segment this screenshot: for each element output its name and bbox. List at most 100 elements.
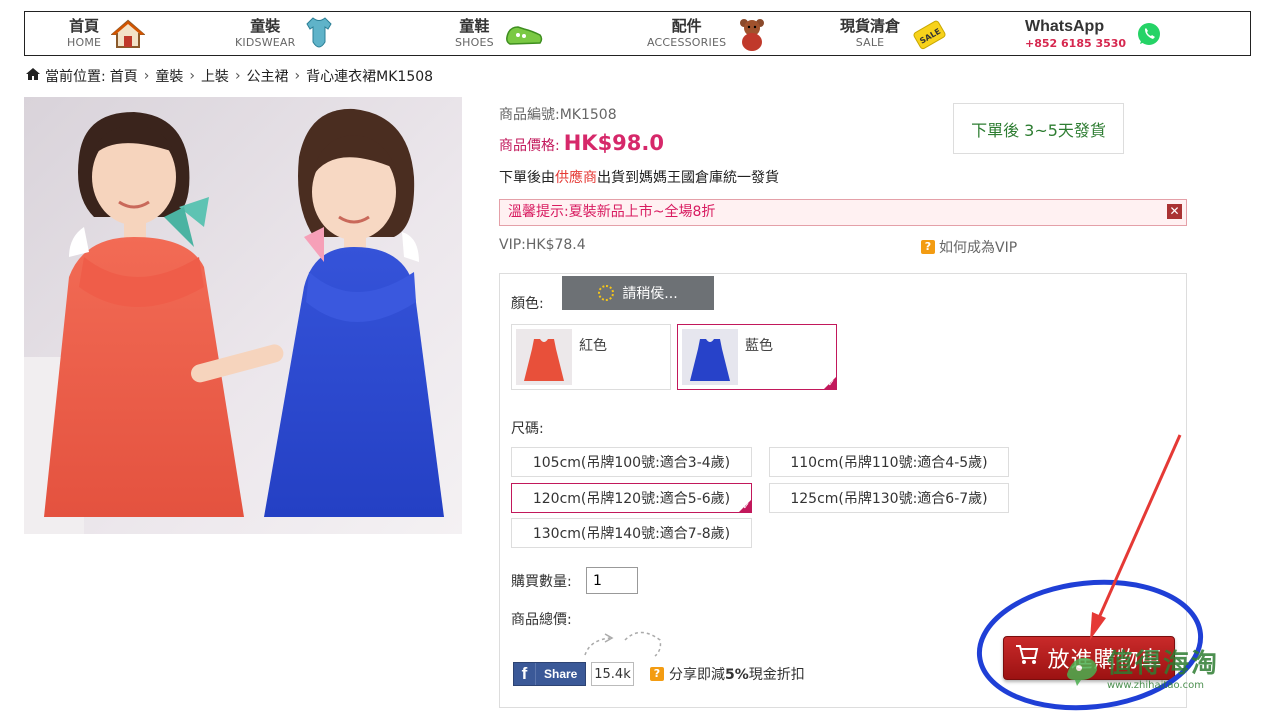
size-label: 尺碼: xyxy=(511,421,544,437)
color-option-blue[interactable]: 藍色 ✓ xyxy=(677,324,837,390)
nav-shoes-text: 童鞋 SHOES xyxy=(455,17,494,49)
sku: 商品編號:MK1508 xyxy=(499,104,617,124)
nav-shoes[interactable]: 童鞋 SHOES xyxy=(455,12,544,55)
price-label: 商品價格: xyxy=(499,138,560,154)
nav-whatsapp[interactable]: WhatsApp +852 6185 3530 xyxy=(1025,12,1162,55)
share-note-text: 分享即減5%現金折扣 xyxy=(669,664,805,684)
total-label: 商品總價: xyxy=(511,612,572,628)
dispatch-prefix: 下單後由 xyxy=(499,170,555,186)
breadcrumb-tops[interactable]: 上裝 xyxy=(201,66,229,86)
question-mark-icon: ? xyxy=(921,240,935,254)
chevron-right-icon: › xyxy=(294,68,301,84)
size-option-130[interactable]: 130cm(吊牌140號:適合7-8歲) xyxy=(511,518,752,548)
size-option-label: 130cm(吊牌140號:適合7-8歲) xyxy=(532,526,731,542)
nav-sale-label: 現貨清倉 xyxy=(840,17,901,35)
whatsapp-title: WhatsApp xyxy=(1025,17,1105,35)
dispatch-suffix: 出貨到媽媽王國倉庫統一發貨 xyxy=(597,170,779,186)
nav-shoes-label: 童鞋 xyxy=(459,17,490,35)
blue-dress-thumbnail xyxy=(682,329,738,385)
watermark-url: www.zhihaitao.com xyxy=(1107,680,1204,691)
vip-value: HK$78.4 xyxy=(525,237,586,253)
nav-sale-sublabel: SALE xyxy=(855,36,885,49)
site-watermark: 值得海淘 www.zhihaitao.com xyxy=(1063,650,1219,692)
teddy-bear-icon xyxy=(736,16,768,52)
share-note-prefix: 分享即減 xyxy=(669,667,725,683)
question-mark-icon: ? xyxy=(650,667,664,681)
quantity-input[interactable] xyxy=(586,567,638,594)
nav-whatsapp-text: WhatsApp +852 6185 3530 xyxy=(1025,17,1127,50)
color-option-red-label: 紅色 xyxy=(579,338,607,354)
house-icon xyxy=(111,19,146,49)
vip-price: VIP:HK$78.4 xyxy=(499,237,586,253)
sale-tag-icon: SALE xyxy=(910,15,948,53)
share-note-suffix: 現金折扣 xyxy=(748,667,805,683)
size-option-110[interactable]: 110cm(吊牌110號:適合4-5歲) xyxy=(769,447,1009,477)
watermark-text: 值得海淘 www.zhihaitao.com xyxy=(1107,651,1219,691)
nav-accessories-sublabel: ACCESSORIES xyxy=(647,36,727,49)
size-option-120[interactable]: 120cm(吊牌120號:適合5-6歲) ✓ xyxy=(511,483,752,513)
share-note-bold: 5% xyxy=(725,667,749,683)
shipping-note: 下單後 3~5天發貨 xyxy=(953,103,1124,154)
red-dress-thumbnail xyxy=(516,329,572,385)
size-option-label: 105cm(吊牌100號:適合3-4歲) xyxy=(532,455,731,471)
sku-label: 商品編號: xyxy=(499,107,560,123)
onesie-icon xyxy=(305,16,332,52)
price-value: HK$98.0 xyxy=(563,131,664,155)
nav-kidswear-text: 童裝 KIDSWEAR xyxy=(235,19,296,49)
whatsapp-icon xyxy=(1136,21,1162,47)
shopping-cart-icon xyxy=(1015,644,1039,672)
checkmark-icon: ✓ xyxy=(742,502,750,512)
nav-home-sublabel: HOME xyxy=(67,36,102,49)
color-label: 顏色: xyxy=(511,296,544,312)
size-option-label: 125cm(吊牌130號:適合6-7歲) xyxy=(790,491,988,507)
nav-home-label: 首頁 xyxy=(69,17,100,35)
breadcrumb-princess-dress[interactable]: 公主裙 xyxy=(247,66,289,86)
nav-accessories[interactable]: 配件 ACCESSORIES xyxy=(647,12,768,55)
product-image[interactable] xyxy=(24,97,462,534)
sku-value: MK1508 xyxy=(559,107,617,123)
nav-shoes-sublabel: SHOES xyxy=(455,36,494,49)
nav-home-text: 首頁 HOME xyxy=(67,17,102,49)
vip-label: VIP: xyxy=(499,237,526,253)
nav-kidswear[interactable]: 童裝 KIDSWEAR xyxy=(235,12,332,55)
nav-accessories-label: 配件 xyxy=(671,17,702,35)
breadcrumb-home[interactable]: 首頁 xyxy=(110,66,138,86)
facebook-icon: f xyxy=(514,663,536,685)
nav-kidswear-sublabel: KIDSWEAR xyxy=(235,36,296,49)
breadcrumb-prefix: 當前位置: xyxy=(45,69,106,85)
dispatch-note: 下單後由供應商出貨到媽媽王國倉庫統一發貨 xyxy=(499,167,779,187)
nav-home[interactable]: 首頁 HOME xyxy=(67,12,146,55)
price-row: 商品價格: HK$98.0 xyxy=(499,131,664,155)
whatsapp-phone: +852 6185 3530 xyxy=(1025,36,1127,50)
breadcrumb: 當前位置: 首頁 › 童裝 › 上裝 › 公主裙 › 背心連衣裙MK1508 xyxy=(25,66,433,86)
top-navigation: 首頁 HOME 童裝 KIDSWEAR 童鞋 SHOES 配件 ACCESSOR… xyxy=(24,11,1251,56)
promo-notice: 溫馨提示:夏裝新品上市~全場8折 ✕ xyxy=(499,199,1187,226)
watermark-logo-icon xyxy=(1063,650,1101,692)
nav-sale[interactable]: 現貨清倉 SALE SALE xyxy=(840,12,948,55)
color-option-red[interactable]: 紅色 xyxy=(511,324,671,390)
chevron-right-icon: › xyxy=(189,68,195,84)
share-count: 15.4k xyxy=(591,662,634,686)
loading-text: 請稍侯... xyxy=(622,286,678,302)
close-icon[interactable]: ✕ xyxy=(1167,204,1182,219)
size-option-125[interactable]: 125cm(吊牌130號:適合6-7歲) xyxy=(769,483,1009,513)
quantity-label: 購買數量: xyxy=(511,574,572,590)
color-option-blue-label: 藍色 xyxy=(745,338,773,354)
facebook-share-button[interactable]: f Share xyxy=(513,662,586,686)
spinner-icon xyxy=(598,285,615,301)
vip-help-label: 如何成為VIP xyxy=(939,240,1018,256)
checkmark-icon: ✓ xyxy=(827,379,835,389)
chevron-right-icon: › xyxy=(234,68,241,84)
size-option-105[interactable]: 105cm(吊牌100號:適合3-4歲) xyxy=(511,447,752,477)
vip-help-link[interactable]: ? 如何成為VIP xyxy=(921,237,1017,257)
breadcrumb-current: 背心連衣裙MK1508 xyxy=(306,69,434,85)
shoe-icon xyxy=(504,19,544,49)
loading-overlay: 請稍侯... xyxy=(562,276,714,310)
promo-notice-text: 溫馨提示:夏裝新品上市~全場8折 xyxy=(508,204,716,220)
home-icon xyxy=(25,67,41,85)
breadcrumb-kidswear[interactable]: 童裝 xyxy=(155,66,183,86)
share-button-label: Share xyxy=(544,667,578,681)
nav-accessories-text: 配件 ACCESSORIES xyxy=(647,17,727,49)
size-option-label: 120cm(吊牌120號:適合5-6歲) xyxy=(532,491,731,507)
dispatch-supplier: 供應商 xyxy=(555,170,597,186)
